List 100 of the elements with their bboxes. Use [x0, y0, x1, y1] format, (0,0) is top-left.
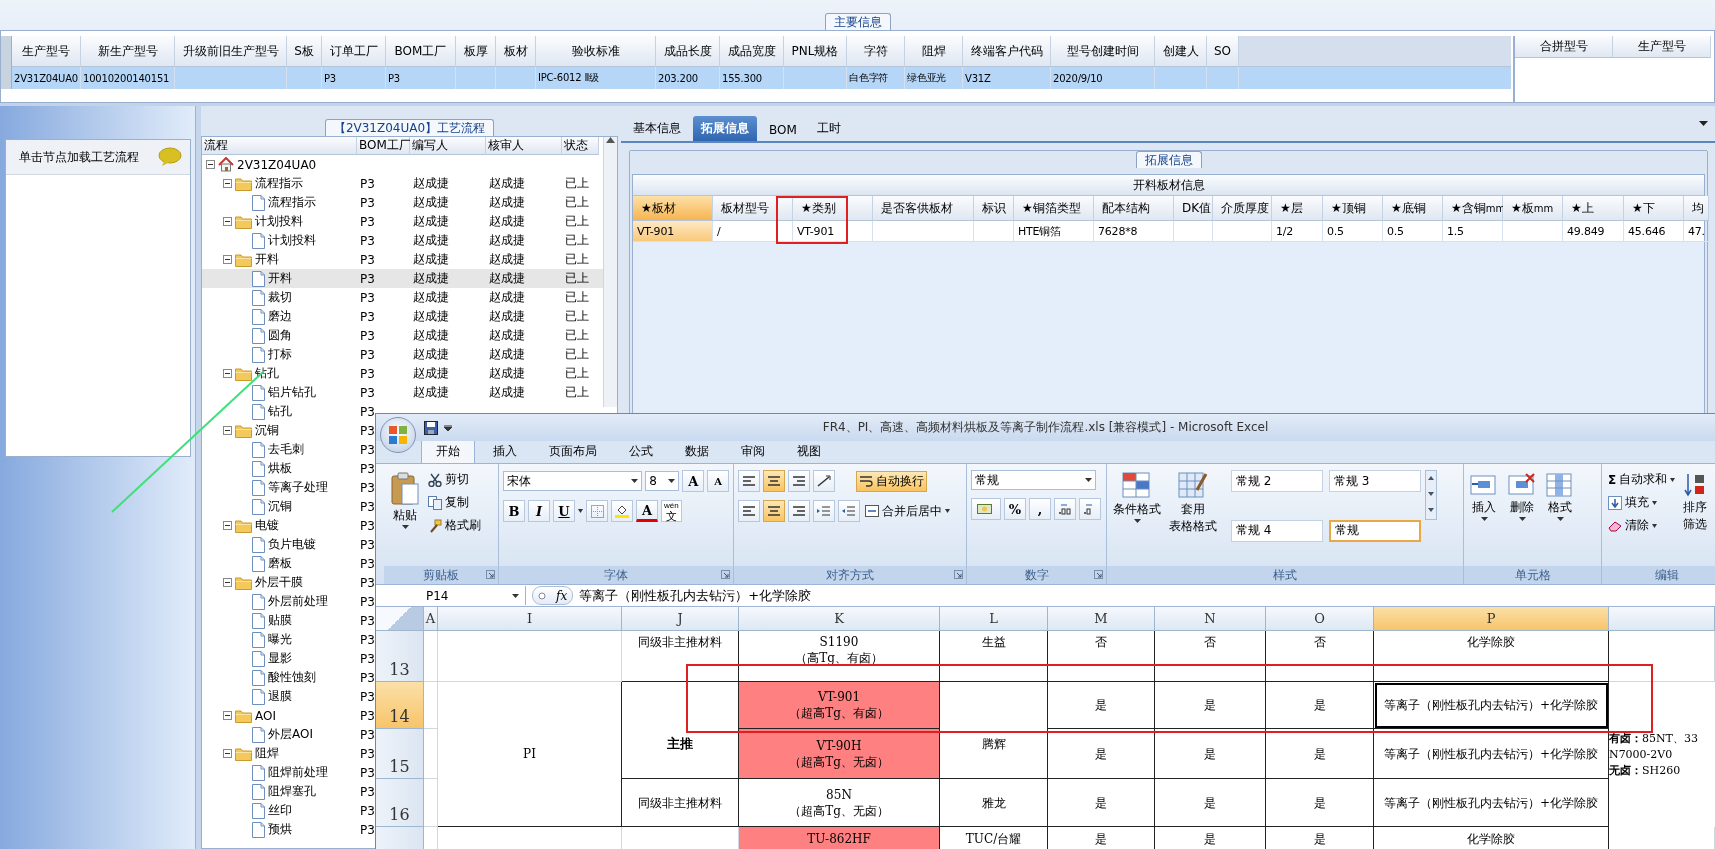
- column-header[interactable]: N: [1155, 607, 1266, 631]
- tree-row[interactable]: 计划投料 P3 赵成捷 赵成捷 已上: [202, 212, 603, 231]
- tree-row[interactable]: 计划投料 P3 赵成捷 赵成捷 已上: [202, 231, 603, 250]
- tree-row[interactable]: 磨板 P3: [202, 554, 375, 573]
- column-header[interactable]: 标识: [974, 196, 1014, 221]
- clear-button[interactable]: 清除: [1606, 516, 1678, 535]
- tree-row[interactable]: 磨边 P3 赵成捷 赵成捷 已上: [202, 307, 603, 326]
- column-header[interactable]: ★底铜: [1383, 196, 1443, 221]
- horizontal-align-button[interactable]: [788, 500, 810, 522]
- tree-row[interactable]: 流程指示 P3 赵成捷 赵成捷 已上: [202, 174, 603, 193]
- tree-row[interactable]: 负片电镀 P3: [202, 535, 375, 554]
- conditional-format-button[interactable]: 条件格式: [1111, 470, 1163, 566]
- tab[interactable]: 拓展信息: [693, 116, 757, 141]
- collapse-icon[interactable]: [223, 578, 232, 587]
- tree-row[interactable]: 流程指示 P3 赵成捷 赵成捷 已上: [202, 193, 603, 212]
- tree-row[interactable]: 裁切 P3 赵成捷 赵成捷 已上: [202, 288, 603, 307]
- table-cell[interactable]: 等离子（刚性板孔内去钻污）+化学除胶: [1374, 779, 1609, 827]
- column-header[interactable]: 介质厚度: [1213, 196, 1272, 221]
- ribbon-tab[interactable]: 页面布局: [535, 440, 611, 463]
- table-cell[interactable]: 是: [1155, 682, 1266, 729]
- dropdown-caret-icon[interactable]: [1699, 121, 1708, 126]
- table-cell[interactable]: 是: [1048, 729, 1155, 779]
- decrease-decimal-button[interactable]: [1079, 498, 1101, 520]
- column-header[interactable]: 编写人: [410, 137, 486, 155]
- scrollbar[interactable]: [603, 137, 617, 407]
- horizontal-align-button[interactable]: [738, 500, 760, 522]
- table-cell[interactable]: 同级非主推材料: [622, 631, 739, 682]
- table-cell[interactable]: 否: [1266, 631, 1374, 682]
- table-cell[interactable]: VT-90H （超高Tg、无卤）: [739, 729, 940, 779]
- column-header[interactable]: SO: [1207, 36, 1239, 67]
- underline-button[interactable]: U: [553, 500, 575, 522]
- column-header[interactable]: 终端客户代码: [963, 36, 1051, 67]
- tree-row[interactable]: 沉铜 P3: [202, 497, 375, 516]
- cell-style-option[interactable]: 常规 2: [1231, 470, 1323, 492]
- collapse-icon[interactable]: [223, 521, 232, 530]
- column-header[interactable]: 板材: [496, 36, 536, 67]
- column-header[interactable]: 生产型号: [1613, 36, 1711, 58]
- dialog-launcher-icon[interactable]: [486, 570, 495, 579]
- table-cell[interactable]: 是: [1266, 827, 1374, 849]
- name-box[interactable]: P14: [376, 586, 526, 605]
- ribbon-tab[interactable]: 视图: [783, 440, 835, 463]
- column-header[interactable]: 核审人: [486, 137, 562, 155]
- dialog-launcher-icon[interactable]: [1094, 570, 1103, 579]
- column-header[interactable]: 升级前旧生产型号: [175, 36, 287, 67]
- tree-row[interactable]: 电镀 P3: [202, 516, 375, 535]
- table-cell[interactable]: 是: [1155, 729, 1266, 779]
- customize-caret-icon[interactable]: [444, 424, 452, 431]
- table-cell[interactable]: 是: [1048, 779, 1155, 827]
- font-size-select[interactable]: 8: [645, 471, 680, 491]
- phonetic-button[interactable]: wén 文: [661, 500, 682, 522]
- table-cell[interactable]: 是: [1048, 682, 1155, 729]
- merge-center-button[interactable]: 合并后居中: [863, 501, 952, 521]
- column-header[interactable]: DK值: [1174, 196, 1213, 221]
- currency-button[interactable]: [971, 498, 1001, 520]
- row-header[interactable]: 14: [376, 682, 424, 729]
- column-header[interactable]: ★层: [1272, 196, 1323, 221]
- tree-row[interactable]: 外层AOI P3: [202, 725, 375, 744]
- column-header[interactable]: 字符: [847, 36, 905, 67]
- office-button[interactable]: [380, 417, 416, 453]
- tree-row[interactable]: 沉铜 P3: [202, 421, 375, 440]
- tree-row[interactable]: 阻焊 P3: [202, 744, 375, 763]
- percent-button[interactable]: %: [1004, 498, 1026, 520]
- cut-button[interactable]: 剪切: [426, 470, 483, 489]
- column-header[interactable]: PNL规格: [784, 36, 847, 67]
- cell-style-option[interactable]: 常规 4: [1231, 519, 1323, 542]
- cell-note[interactable]: 有卤：85NT、33 N7000-2V0 无卤：SH260: [1609, 682, 1715, 827]
- table-cell[interactable]: TUC/台耀: [940, 827, 1048, 849]
- tree-row[interactable]: 外层干膜 P3: [202, 573, 375, 592]
- format-as-table-button[interactable]: 套用 表格格式: [1167, 470, 1219, 566]
- column-header[interactable]: 均: [1684, 196, 1709, 221]
- ribbon-tab[interactable]: 开始: [421, 439, 475, 463]
- table-cell[interactable]: 化学除胶: [1374, 827, 1609, 849]
- tree-row[interactable]: 退膜 P3: [202, 687, 375, 706]
- dialog-launcher-icon[interactable]: [721, 570, 730, 579]
- table-cell[interactable]: [424, 779, 438, 827]
- tree-row[interactable]: 2V31Z04UA0: [202, 155, 603, 174]
- collapse-icon[interactable]: [223, 711, 232, 720]
- orientation-button[interactable]: [813, 470, 835, 492]
- tab[interactable]: 基本信息: [625, 116, 689, 141]
- table-cell[interactable]: [438, 631, 622, 682]
- column-header[interactable]: ★板材: [633, 196, 713, 221]
- column-header[interactable]: 成品长度: [656, 36, 720, 67]
- autosum-button[interactable]: Σ 自动求和: [1606, 470, 1678, 489]
- number-format-select[interactable]: 常规: [971, 470, 1096, 490]
- column-header[interactable]: I: [438, 607, 622, 631]
- table-cell[interactable]: 同级非主推材料: [622, 779, 739, 827]
- column-header[interactable]: ★类别: [793, 196, 873, 221]
- table-cell[interactable]: 等离子（刚性板孔内去钻污）+化学除胶: [1374, 729, 1609, 779]
- table-cell[interactable]: VT-901 （超高Tg、有卤）: [739, 682, 940, 729]
- table-row[interactable]: 2V31Z04UA0 10010200140151 P3 P3 IPC-6012 Ⅱ级 203.200 155.300 白色字符 绿色亚光 V31Z 2020/9/10: [1, 67, 1511, 89]
- ribbon-tab[interactable]: 插入: [479, 440, 531, 463]
- fill-button[interactable]: 填充: [1606, 493, 1678, 512]
- column-header[interactable]: ★顶铜: [1323, 196, 1383, 221]
- table-cell[interactable]: 化学除胶: [1374, 631, 1609, 682]
- column-header[interactable]: A: [424, 607, 438, 631]
- collapse-icon[interactable]: [223, 255, 232, 264]
- table-cell[interactable]: 是: [1266, 729, 1374, 779]
- column-header[interactable]: 是否客供板材: [873, 196, 974, 221]
- tree-row[interactable]: 显影 P3: [202, 649, 375, 668]
- tree-row[interactable]: 去毛刺 P3: [202, 440, 375, 459]
